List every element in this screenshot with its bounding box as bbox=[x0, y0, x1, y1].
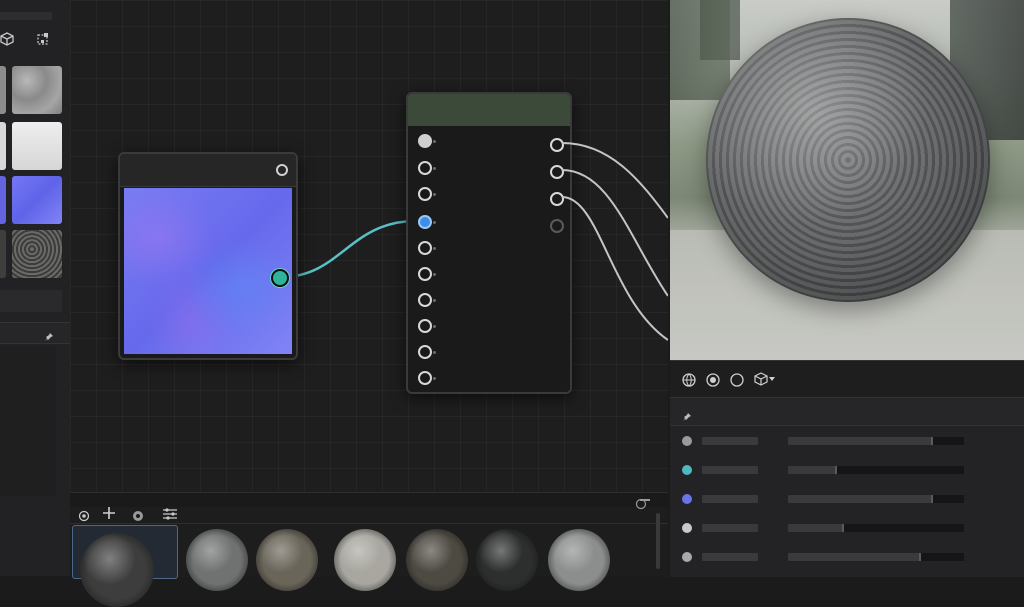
gravel-thumbnail[interactable] bbox=[12, 230, 62, 278]
property-channel-dot bbox=[682, 523, 692, 533]
node-graph-canvas[interactable] bbox=[70, 0, 668, 492]
properties-header bbox=[670, 399, 1024, 426]
slider-remaining bbox=[932, 437, 964, 445]
sidebar-empty-slot bbox=[0, 290, 62, 312]
sidebar-search-bar[interactable] bbox=[0, 12, 52, 20]
properties-panel bbox=[670, 360, 1024, 577]
stone-height-thumbnail[interactable] bbox=[12, 66, 62, 114]
property-label bbox=[702, 553, 758, 561]
3d-viewport[interactable] bbox=[670, 0, 1024, 360]
property-label bbox=[702, 495, 758, 503]
slider-handle[interactable] bbox=[931, 495, 933, 503]
thumbnail-partial bbox=[0, 122, 6, 170]
asphalt-material[interactable] bbox=[80, 533, 154, 607]
slider-handle[interactable] bbox=[919, 553, 921, 561]
thumbnail-partial bbox=[0, 176, 6, 224]
slider-remaining bbox=[920, 553, 964, 561]
shelf-title-bar bbox=[70, 493, 668, 507]
thumbnail-partial bbox=[0, 66, 6, 114]
property-channel-dot bbox=[682, 552, 692, 562]
slider-handle[interactable] bbox=[931, 437, 933, 445]
normal-map-thumbnail[interactable] bbox=[12, 176, 62, 224]
concrete-material[interactable] bbox=[186, 529, 248, 591]
thumbnail-partial bbox=[0, 230, 6, 278]
property-channel-dot bbox=[682, 436, 692, 446]
slider-handle[interactable] bbox=[842, 524, 844, 532]
material-shelf bbox=[70, 492, 668, 607]
property-slider[interactable] bbox=[788, 553, 964, 561]
background-tree bbox=[670, 0, 730, 100]
viewport-toolbar bbox=[670, 361, 1024, 398]
property-slider[interactable] bbox=[788, 437, 964, 445]
slider-remaining bbox=[932, 495, 964, 503]
sandstone-material[interactable] bbox=[256, 529, 318, 591]
circle-outline-icon[interactable] bbox=[730, 372, 744, 391]
globe-icon[interactable] bbox=[682, 372, 696, 391]
left-sidebar bbox=[0, 0, 71, 576]
property-channel-dot bbox=[682, 494, 692, 504]
shelf-scrollbar[interactable] bbox=[656, 513, 660, 569]
property-label bbox=[702, 437, 758, 445]
record-icon-right[interactable] bbox=[635, 495, 647, 510]
material-sphere-icon[interactable] bbox=[706, 372, 720, 391]
property-label bbox=[702, 466, 758, 474]
material-preview-sphere[interactable] bbox=[706, 18, 990, 302]
property-slider[interactable] bbox=[788, 466, 964, 474]
property-slider[interactable] bbox=[788, 495, 964, 503]
plus-icon[interactable] bbox=[102, 506, 116, 522]
cube-dropdown-icon[interactable] bbox=[754, 371, 776, 390]
output-wire-2 bbox=[561, 169, 668, 297]
scatter-cube-icon[interactable] bbox=[36, 32, 50, 46]
shelf-divider bbox=[70, 523, 668, 524]
pin-icon[interactable] bbox=[44, 327, 54, 346]
plaster-material[interactable] bbox=[334, 529, 396, 591]
slider-remaining bbox=[836, 466, 964, 474]
slider-handle[interactable] bbox=[835, 466, 837, 474]
mud-material[interactable] bbox=[406, 529, 468, 591]
dark-rock-material[interactable] bbox=[476, 529, 538, 591]
white-thumbnail[interactable] bbox=[12, 122, 62, 170]
cement-material[interactable] bbox=[548, 529, 610, 591]
property-label bbox=[702, 524, 758, 532]
property-channel-dot bbox=[682, 465, 692, 475]
pin-icon[interactable] bbox=[682, 407, 692, 426]
property-slider[interactable] bbox=[788, 524, 964, 532]
sidebar-section-header bbox=[0, 322, 70, 344]
slider-remaining bbox=[843, 524, 964, 532]
output-wires bbox=[561, 142, 668, 341]
cube-icon[interactable] bbox=[0, 32, 14, 46]
sidebar-list-area bbox=[0, 346, 56, 496]
